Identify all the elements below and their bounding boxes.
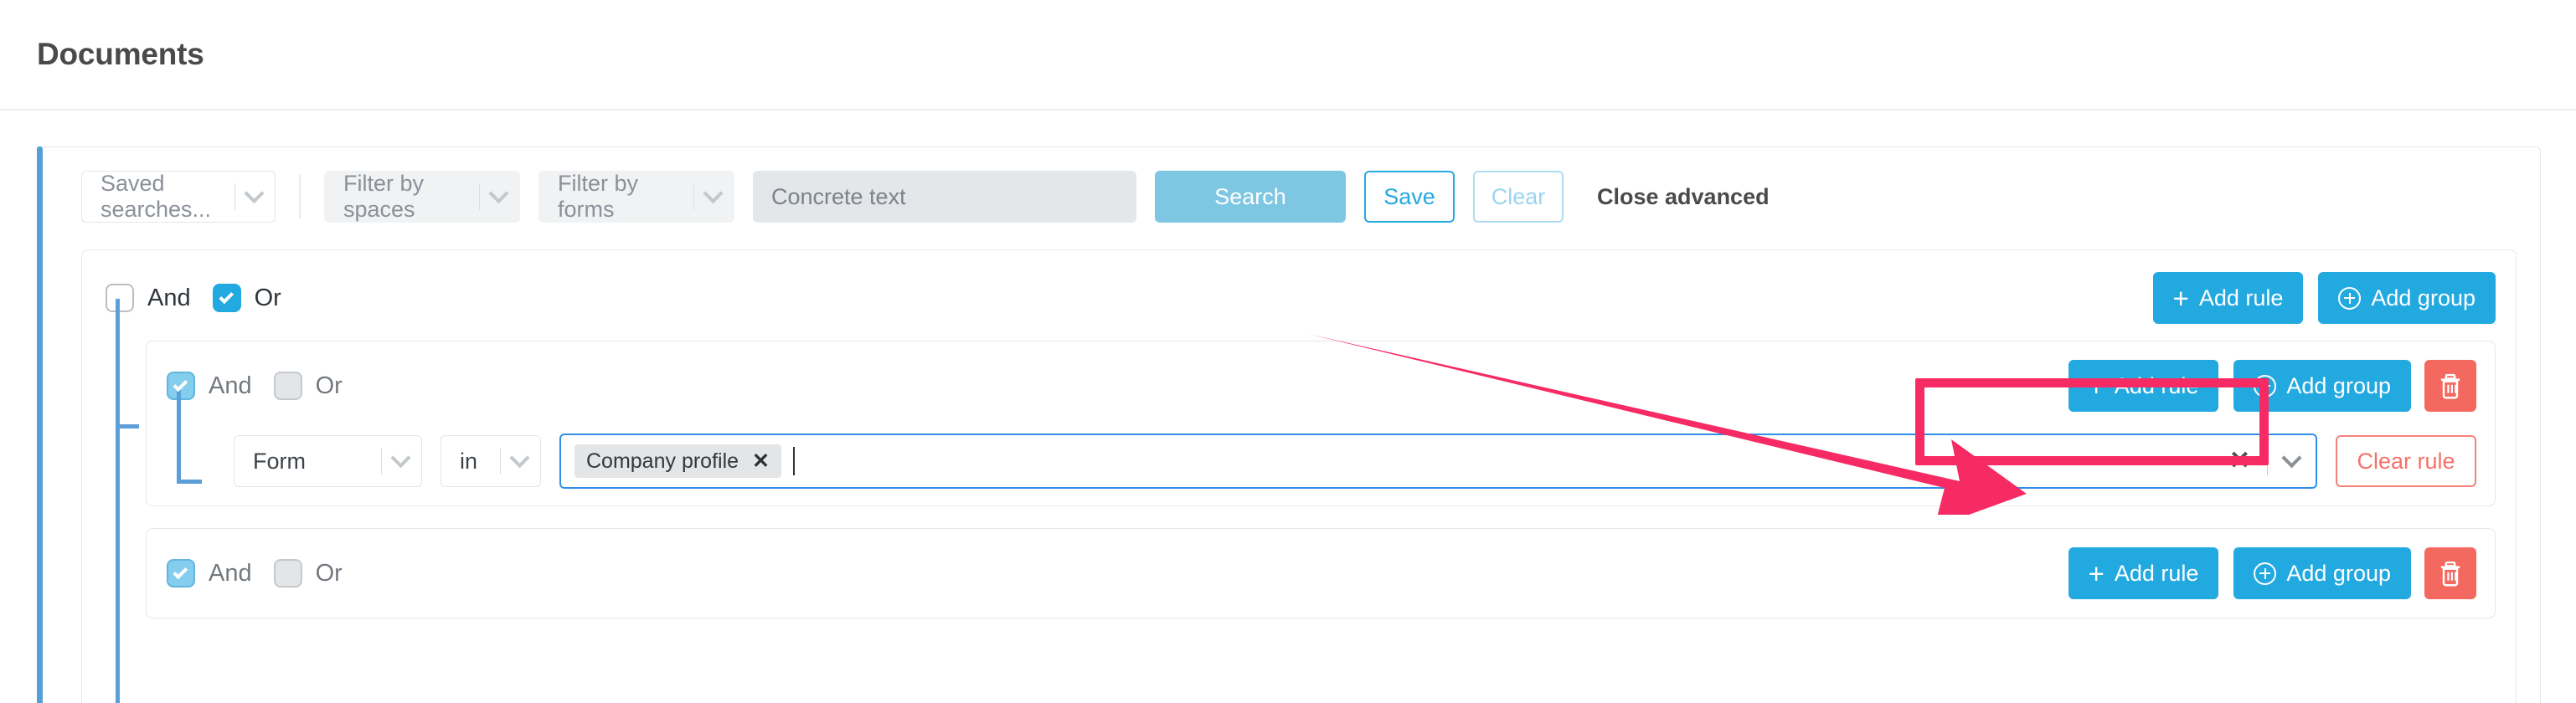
circle-plus-icon	[2254, 375, 2276, 398]
saved-searches-value: Saved searches...	[100, 171, 234, 223]
page-title: Documents	[37, 37, 204, 72]
multiselect-clear-icon[interactable]: ✕	[2221, 449, 2250, 474]
root-add-rule-label: Add rule	[2199, 285, 2284, 311]
search-toolbar: Saved searches... Filter by spaces Filte…	[81, 167, 2517, 226]
nested-group-1-add-rule-label: Add rule	[2115, 373, 2199, 399]
toolbar-divider	[299, 175, 301, 218]
concrete-text-input[interactable]	[753, 171, 1136, 223]
query-builder-root-group: And Or + Add rule Add group	[81, 249, 2517, 703]
filter-by-forms-value: Filter by forms	[558, 171, 693, 223]
close-advanced-link[interactable]: Close advanced	[1597, 184, 1770, 210]
nested-group-2-add-rule-label: Add rule	[2115, 561, 2199, 587]
clear-button[interactable]: Clear	[1473, 171, 1564, 223]
selected-value-label: Company profile	[586, 449, 739, 474]
nested-group-1-or-label: Or	[316, 372, 343, 400]
nested-group-1-add-rule-button[interactable]: + Add rule	[2069, 360, 2219, 412]
circle-plus-icon	[2254, 562, 2276, 585]
saved-searches-select[interactable]: Saved searches...	[81, 171, 276, 223]
chevron-down-icon[interactable]	[2281, 448, 2301, 468]
tree-connector-vertical	[177, 387, 181, 484]
nested-group-1-delete-button[interactable]	[2424, 360, 2476, 412]
filter-by-spaces-select[interactable]: Filter by spaces	[324, 171, 520, 223]
root-add-group-button[interactable]: Add group	[2318, 272, 2496, 324]
nested-group-2-or-checkbox[interactable]	[274, 559, 302, 588]
trash-icon	[2438, 372, 2463, 399]
root-add-rule-button[interactable]: + Add rule	[2153, 272, 2304, 324]
plus-icon: +	[2089, 372, 2105, 400]
chevron-down-icon	[693, 172, 734, 222]
text-cursor	[793, 447, 795, 475]
remove-value-icon[interactable]: ✕	[752, 451, 770, 472]
trash-icon	[2438, 560, 2463, 587]
root-logic-selector: And Or	[106, 284, 281, 312]
nested-group-2: And Or + Add rule Add group	[146, 528, 2496, 618]
advanced-search-panel: Saved searches... Filter by spaces Filte…	[37, 146, 2541, 703]
checkmark-icon	[219, 289, 234, 304]
multiselect-text-input[interactable]	[781, 447, 2221, 475]
rule-field-value: Form	[253, 449, 306, 475]
nested-group-1-and-checkbox[interactable]	[167, 372, 195, 400]
chevron-down-icon	[381, 436, 421, 486]
root-and-label: And	[147, 285, 191, 312]
clear-rule-button[interactable]: Clear rule	[2336, 435, 2476, 487]
nested-group-1-and-label: And	[209, 372, 252, 400]
filter-by-forms-select[interactable]: Filter by forms	[538, 171, 734, 223]
root-or-checkbox[interactable]	[213, 284, 241, 312]
nested-group-2-add-group-label: Add group	[2286, 561, 2391, 587]
chevron-down-icon	[500, 436, 540, 486]
tree-connector-vertical	[116, 299, 120, 703]
tree-connector-elbow	[116, 424, 139, 428]
chevron-down-icon	[479, 172, 519, 222]
nested-group-2-add-rule-button[interactable]: + Add rule	[2069, 547, 2219, 599]
root-and-checkbox[interactable]	[106, 284, 134, 312]
rule-operator-value: in	[460, 449, 477, 475]
nested-group-1-header: And Or + Add rule Add group	[167, 358, 2476, 413]
save-button[interactable]: Save	[1364, 171, 1455, 223]
plus-icon: +	[2173, 285, 2189, 312]
root-or-label: Or	[255, 285, 281, 312]
nested-group-2-and-label: And	[209, 560, 252, 588]
nested-group-2-add-group-button[interactable]: Add group	[2233, 547, 2411, 599]
nested-group-1-add-group-label: Add group	[2286, 373, 2391, 399]
circle-plus-icon	[2338, 287, 2361, 310]
checkmark-icon	[173, 377, 188, 392]
nested-group-1-add-group-button[interactable]: Add group	[2233, 360, 2411, 412]
filter-by-spaces-value: Filter by spaces	[343, 171, 479, 223]
search-button[interactable]: Search	[1155, 171, 1346, 223]
multiselect-divider	[2267, 447, 2268, 475]
nested-group-1: And Or + Add rule Add group	[146, 341, 2496, 506]
selected-value-chip[interactable]: Company profile ✕	[574, 444, 781, 478]
panel-accent-bar	[37, 146, 43, 703]
nested-group-1-or-checkbox[interactable]	[274, 372, 302, 400]
rule-value-multiselect[interactable]: Company profile ✕ ✕	[559, 434, 2317, 489]
chevron-down-icon	[234, 172, 275, 222]
root-add-group-label: Add group	[2371, 285, 2476, 311]
nested-group-1-logic-selector: And Or	[167, 372, 343, 400]
nested-group-2-logic-selector: And Or	[167, 559, 343, 588]
plus-icon: +	[2089, 560, 2105, 588]
checkmark-icon	[173, 564, 188, 579]
rule-row: Form in Company profile	[234, 434, 2476, 489]
rule-field-select[interactable]: Form	[234, 435, 422, 487]
root-group-header: And Or + Add rule Add group	[106, 270, 2496, 326]
page-header: Documents	[0, 0, 2576, 110]
nested-group-2-and-checkbox[interactable]	[167, 559, 195, 588]
tree-connector-elbow	[177, 480, 202, 484]
nested-group-2-delete-button[interactable]	[2424, 547, 2476, 599]
rule-operator-select[interactable]: in	[440, 435, 541, 487]
nested-group-2-or-label: Or	[316, 560, 343, 588]
nested-group-2-header: And Or + Add rule Add group	[167, 546, 2476, 601]
